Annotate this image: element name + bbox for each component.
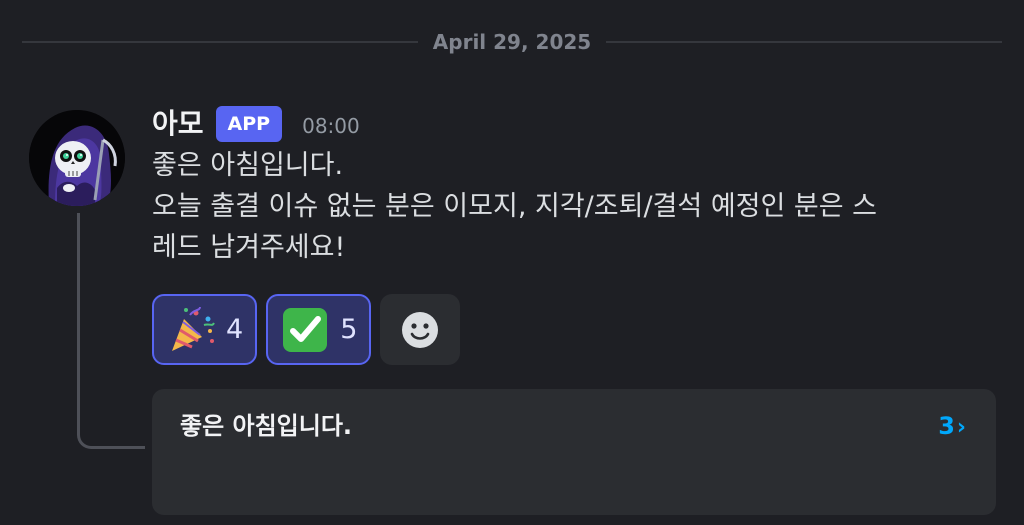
smiley-add-reaction-icon	[402, 311, 439, 348]
message-header: 아모 APP 08:00	[152, 104, 360, 144]
avatar[interactable]	[29, 110, 125, 206]
thread-reply-count[interactable]: 3›	[938, 409, 966, 445]
message-timestamp[interactable]: 08:00	[302, 102, 360, 146]
thread-connector-line	[77, 213, 145, 449]
date-divider: April 29, 2025	[22, 28, 1002, 56]
message-line: 오늘 출결 이슈 없는 분은 이모지, 지각/조퇴/결석 예정인 분은 스	[152, 191, 878, 222]
message-line: 레드 남겨주세요!	[152, 232, 346, 263]
reactions-bar: 4 5	[152, 294, 461, 365]
white-check-mark-icon	[283, 307, 328, 352]
divider-line-right	[606, 41, 1002, 43]
add-reaction-button[interactable]	[380, 294, 461, 365]
reaction-check-mark[interactable]: 5	[266, 294, 372, 365]
message-content: 좋은 아침입니다. 오늘 출결 이슈 없는 분은 이모지, 지각/조퇴/결석 예…	[152, 145, 1002, 268]
party-popper-icon	[172, 306, 215, 351]
reaction-count: 5	[340, 314, 358, 345]
message-line: 좋은 아침입니다.	[152, 150, 344, 181]
author-name[interactable]: 아모	[152, 104, 204, 144]
app-badge: APP	[215, 106, 283, 142]
reaper-avatar-icon	[29, 110, 125, 206]
divider-line-left	[22, 41, 418, 43]
thread-preview-card[interactable]: 좋은 아침입니다. 3›	[152, 389, 996, 515]
date-label: April 29, 2025	[432, 30, 592, 54]
reaction-party-popper[interactable]: 4	[152, 294, 258, 365]
chat-view: April 29, 2025 아모 APP 08:00 좋은 아침입니다. 오늘…	[0, 0, 1024, 525]
thread-count-number: 3	[938, 412, 955, 440]
chevron-right-icon: ›	[956, 415, 966, 440]
thread-title[interactable]: 좋은 아침입니다.	[180, 409, 352, 443]
reaction-count: 4	[226, 314, 244, 345]
